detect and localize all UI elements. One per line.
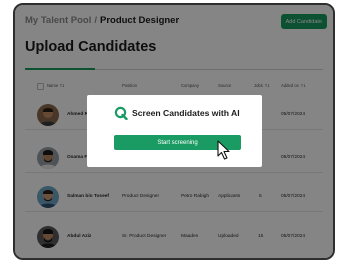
screening-modal: Screen Candidates with AI Start screenin… <box>87 95 262 167</box>
q-logo-icon <box>114 106 128 120</box>
mouse-cursor-icon <box>217 140 231 160</box>
modal-title: Screen Candidates with AI <box>132 108 240 118</box>
